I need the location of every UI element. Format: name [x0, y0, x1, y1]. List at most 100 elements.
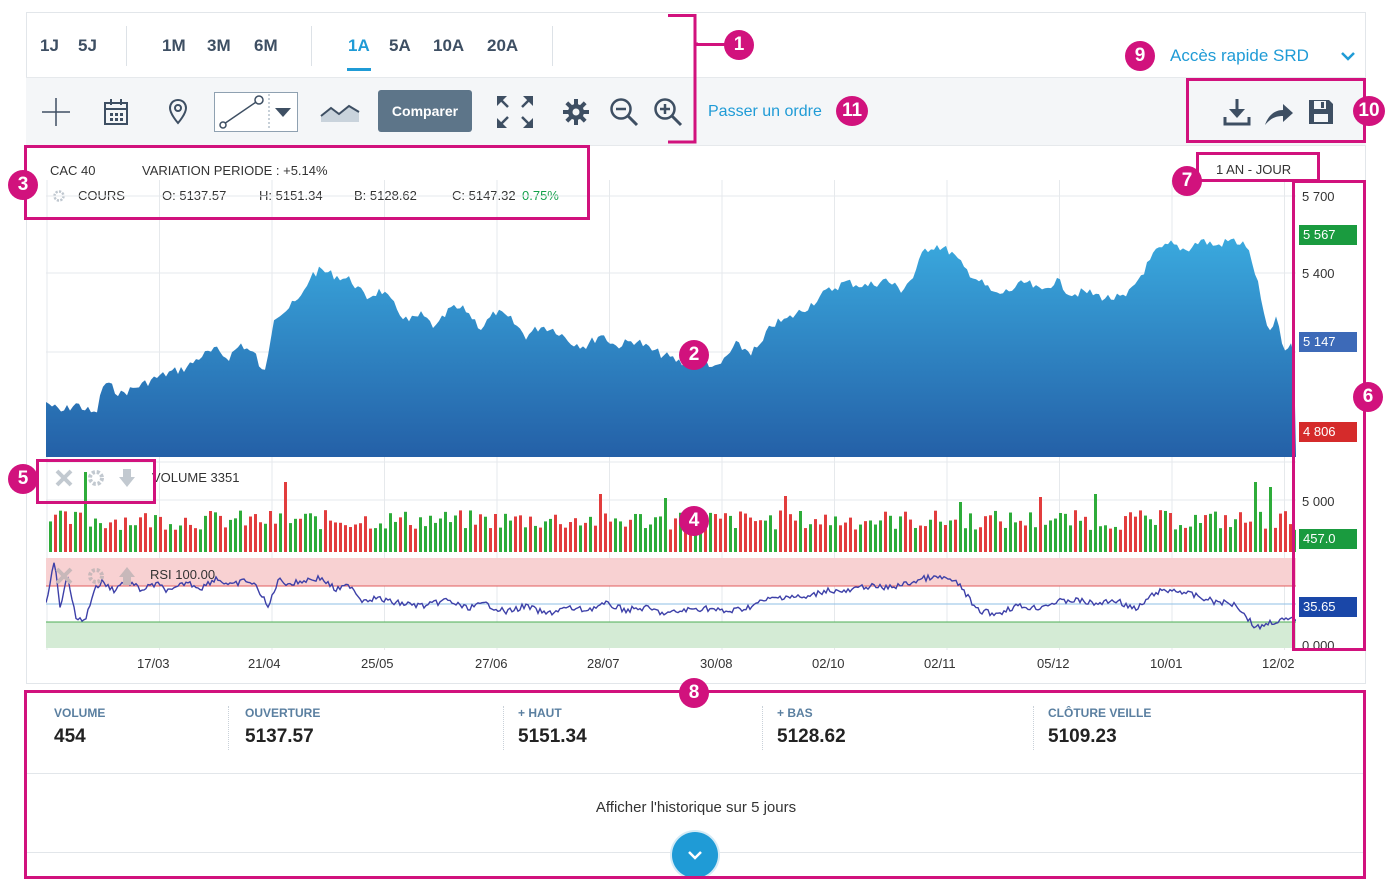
volume-bar [64, 511, 67, 552]
volume-bar [209, 511, 212, 552]
volume-bar [634, 513, 637, 552]
volume-bar [1284, 511, 1287, 552]
volume-bar [839, 525, 842, 552]
volume-bar [1154, 524, 1157, 552]
place-order-link[interactable]: Passer un ordre [708, 103, 822, 121]
volume-bar [579, 525, 582, 552]
volume-bar [1279, 513, 1282, 552]
period-3m[interactable]: 3M [207, 36, 231, 56]
volume-bar [219, 515, 222, 552]
period-10a[interactable]: 10A [433, 36, 464, 56]
volume-bar [99, 523, 102, 552]
volume-bar [1069, 525, 1072, 552]
volume-bar [294, 518, 297, 552]
volume-bar [414, 528, 417, 552]
volume-bar [939, 521, 942, 552]
draw-line-tool-selector[interactable] [214, 92, 298, 132]
volume-bar [509, 520, 512, 552]
volume-bar [544, 521, 547, 552]
volume-bar [384, 528, 387, 552]
rsi-overbought-zone [46, 558, 1296, 586]
quick-access-srd-link[interactable]: Accès rapide SRD [1170, 46, 1309, 66]
area-chart-icon[interactable] [318, 98, 362, 126]
volume-bar [654, 517, 657, 552]
volume-bar [764, 520, 767, 552]
annotation-box-6 [1292, 180, 1366, 651]
date-label: 21/04 [248, 656, 281, 671]
close-icon[interactable] [54, 566, 74, 586]
volume-bar [989, 515, 992, 552]
volume-bar [744, 513, 747, 552]
arrow-up-icon[interactable] [118, 566, 136, 586]
trend-line-icon [219, 94, 291, 130]
volume-bar [489, 528, 492, 552]
volume-bar [784, 496, 787, 552]
volume-bar [1224, 515, 1227, 552]
volume-bar [1124, 516, 1127, 552]
volume-bar [614, 518, 617, 552]
annotation-box-10 [1186, 78, 1366, 143]
volume-bar [774, 529, 777, 552]
volume-bar [144, 513, 147, 552]
annotation-box-8 [24, 690, 1366, 879]
volume-bar [984, 516, 987, 552]
period-5a[interactable]: 5A [389, 36, 411, 56]
period-1m[interactable]: 1M [162, 36, 186, 56]
volume-bar [179, 525, 182, 552]
volume-bar [314, 516, 317, 552]
period-5j[interactable]: 5J [78, 36, 97, 56]
volume-bar [859, 524, 862, 552]
volume-bar [224, 527, 227, 552]
volume-bar [709, 512, 712, 552]
volume-bar [1249, 521, 1252, 552]
zoom-out-icon[interactable] [608, 96, 640, 128]
annotation-badge: 2 [679, 340, 709, 370]
period-20a[interactable]: 20A [487, 36, 518, 56]
period-6m[interactable]: 6M [254, 36, 278, 56]
volume-bar [129, 525, 132, 552]
period-1a[interactable]: 1A [348, 36, 370, 56]
annotation-badge: 5 [8, 464, 38, 494]
volume-bar [954, 519, 957, 552]
volume-bar [379, 523, 382, 552]
volume-bar [524, 527, 527, 552]
price-chart[interactable] [46, 180, 1296, 652]
volume-bar [234, 518, 237, 552]
volume-bar [1214, 511, 1217, 552]
volume-bar [659, 516, 662, 552]
volume-bar [1094, 494, 1097, 552]
volume-bar [1239, 512, 1242, 552]
fullscreen-icon[interactable] [494, 93, 536, 131]
annotation-badge: 7 [1172, 166, 1202, 196]
compare-button[interactable]: Comparer [378, 90, 472, 132]
volume-bar [749, 517, 752, 552]
volume-bar [649, 524, 652, 552]
volume-bar [74, 511, 77, 552]
volume-bar [454, 515, 457, 552]
volume-bar [134, 525, 137, 552]
volume-bar [1159, 510, 1162, 552]
annotation-badge: 6 [1353, 382, 1383, 412]
period-1j[interactable]: 1J [40, 36, 59, 56]
volume-bar [89, 526, 92, 552]
volume-bar [814, 519, 817, 552]
volume-bar [319, 529, 322, 552]
volume-bar [1274, 527, 1277, 552]
volume-bar [1074, 510, 1077, 552]
volume-bar [1179, 525, 1182, 552]
crosshair-icon[interactable] [40, 96, 72, 128]
map-marker-icon[interactable] [162, 96, 194, 128]
chevron-down-icon[interactable] [1340, 50, 1356, 62]
volume-bar [1019, 520, 1022, 552]
volume-bar [549, 518, 552, 552]
calendar-icon[interactable] [100, 96, 132, 128]
volume-bar [189, 524, 192, 552]
volume-bar [504, 513, 507, 552]
gear-icon[interactable] [86, 566, 106, 586]
volume-bar [409, 525, 412, 552]
volume-bar [299, 518, 302, 552]
volume-bar [1089, 529, 1092, 552]
volume-bar [879, 520, 882, 552]
volume-bar [979, 527, 982, 552]
gear-icon[interactable] [560, 96, 592, 128]
